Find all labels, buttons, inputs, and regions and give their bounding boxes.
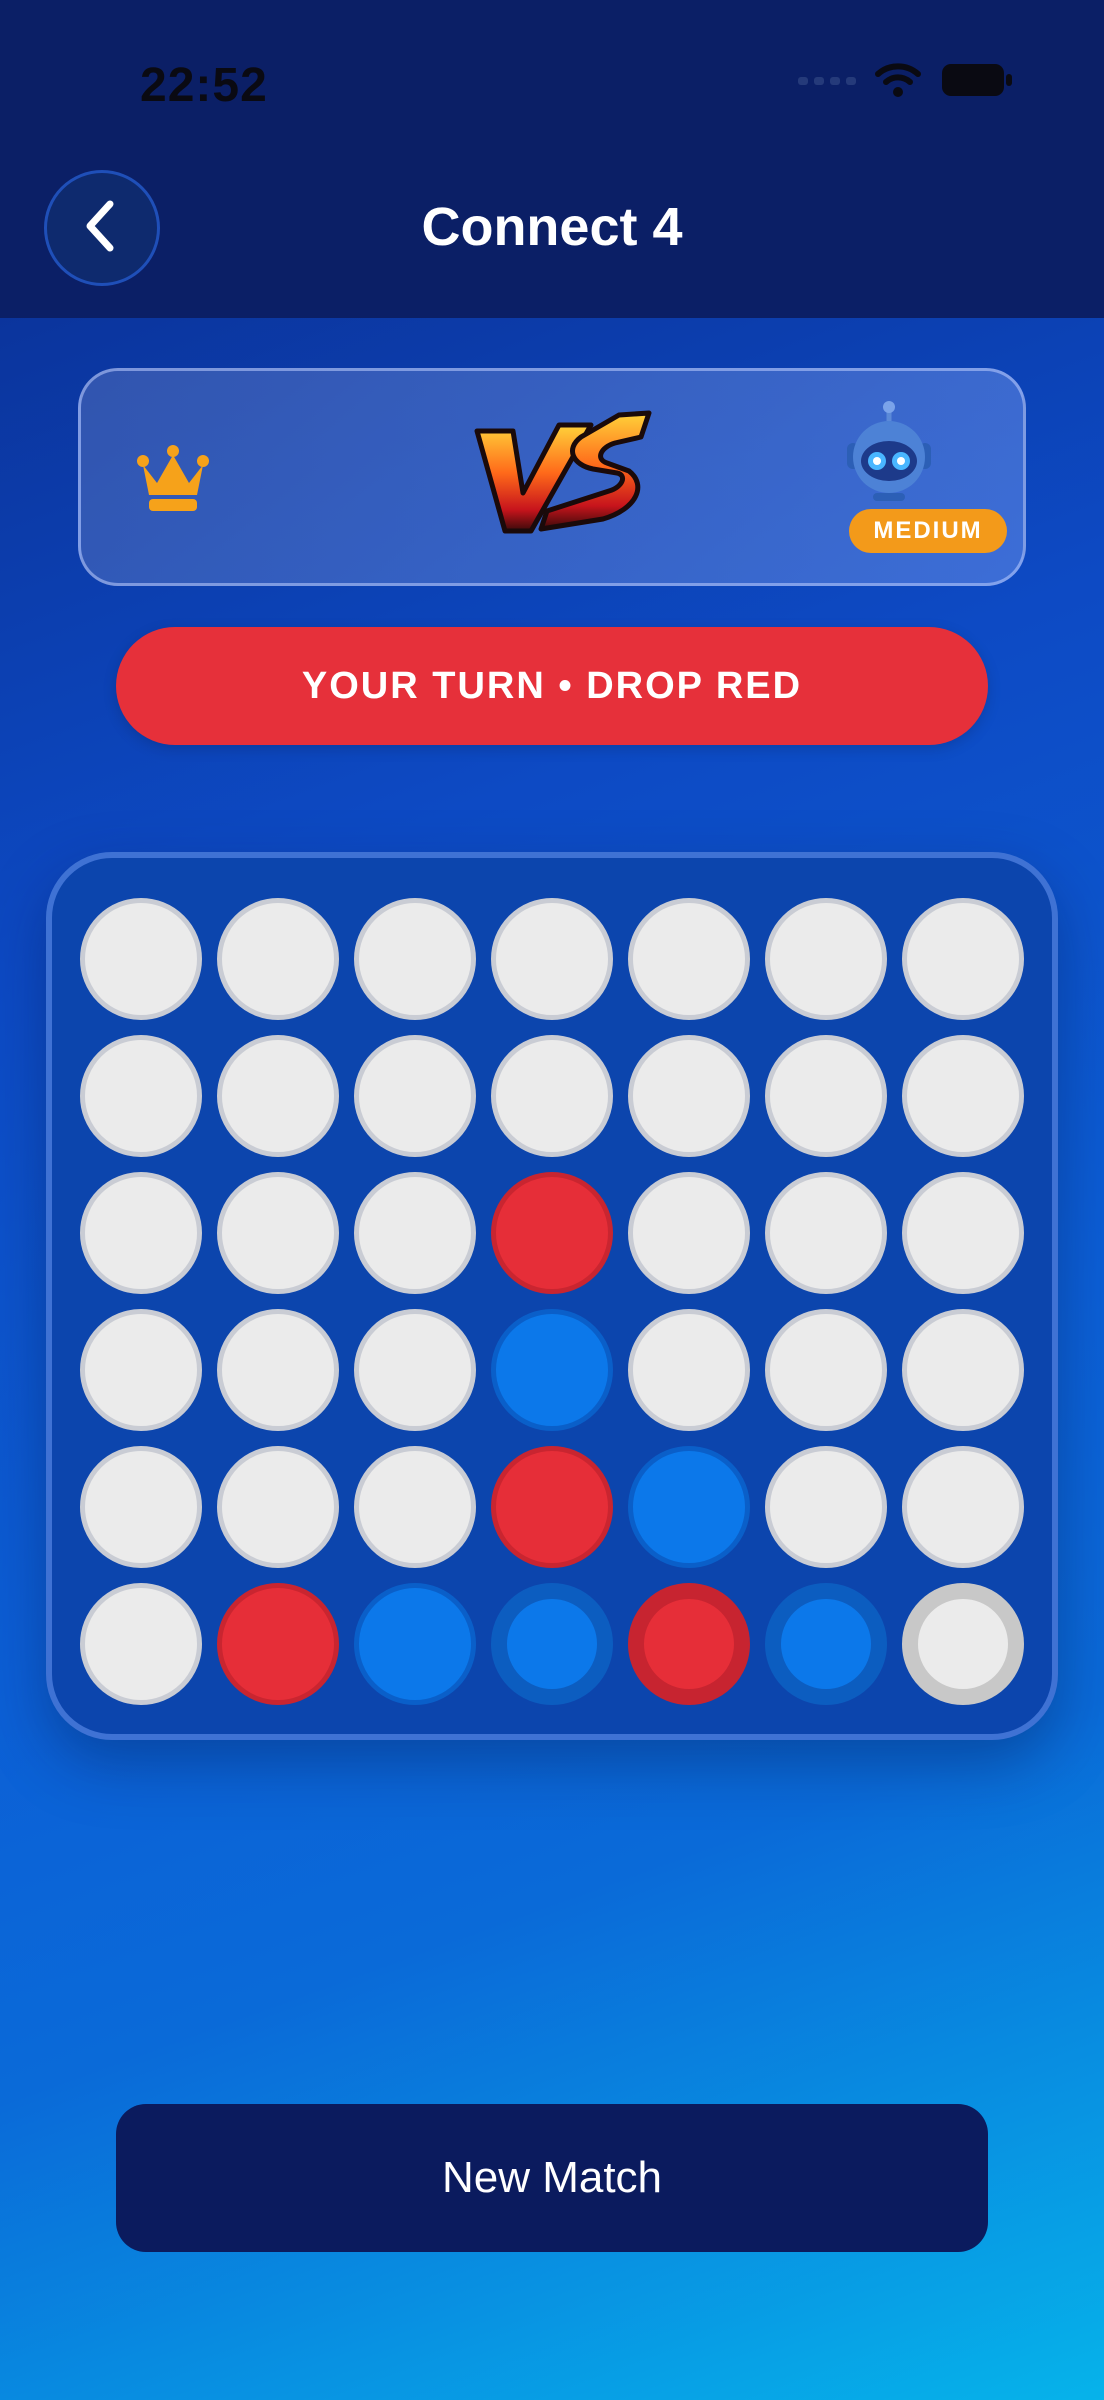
wifi-icon (874, 62, 922, 103)
crown-icon (137, 443, 209, 518)
board-cell-r3-c6[interactable] (765, 1172, 887, 1294)
vs-logo (469, 401, 655, 554)
board-cell-r6-c6[interactable] (765, 1583, 887, 1705)
board-cell-r4-c5[interactable] (628, 1309, 750, 1431)
status-time: 22:52 (140, 59, 268, 112)
board-cell-r5-c3[interactable] (354, 1446, 476, 1568)
board-cell-r2-c4[interactable] (491, 1035, 613, 1157)
board-cell-r1-c1[interactable] (80, 898, 202, 1020)
board-cell-r6-c7[interactable] (902, 1583, 1024, 1705)
board-cell-r3-c4[interactable] (491, 1172, 613, 1294)
board-cell-r3-c5[interactable] (628, 1172, 750, 1294)
board-cell-r6-c3[interactable] (354, 1583, 476, 1705)
board-cell-r1-c5[interactable] (628, 898, 750, 1020)
board-cell-r4-c1[interactable] (80, 1309, 202, 1431)
board-cell-r2-c3[interactable] (354, 1035, 476, 1157)
page-title: Connect 4 (421, 197, 683, 257)
status-icons (798, 62, 1014, 103)
board-cell-r5-c5[interactable] (628, 1446, 750, 1568)
board-cell-r2-c1[interactable] (80, 1035, 202, 1157)
board-cell-r3-c1[interactable] (80, 1172, 202, 1294)
board-cell-r5-c1[interactable] (80, 1446, 202, 1568)
board-cell-r3-c3[interactable] (354, 1172, 476, 1294)
board-cell-r3-c2[interactable] (217, 1172, 339, 1294)
board-cell-r2-c7[interactable] (902, 1035, 1024, 1157)
board-cell-r6-c1[interactable] (80, 1583, 202, 1705)
board-cell-r5-c6[interactable] (765, 1446, 887, 1568)
board-cell-r2-c6[interactable] (765, 1035, 887, 1157)
board-cell-r3-c7[interactable] (902, 1172, 1024, 1294)
battery-icon (940, 62, 1014, 103)
board-cell-r1-c6[interactable] (765, 898, 887, 1020)
robot-icon (839, 401, 939, 506)
board-cell-r1-c7[interactable] (902, 898, 1024, 1020)
top-bar: 22:52 Connect 4 (0, 0, 1104, 318)
new-match-button[interactable]: New Match (116, 2104, 988, 2252)
board-cell-r6-c4[interactable] (491, 1583, 613, 1705)
signal-icon (798, 73, 856, 92)
turn-status-banner: YOUR TURN • DROP RED (116, 627, 988, 745)
board-cell-r4-c2[interactable] (217, 1309, 339, 1431)
board-cell-r6-c2[interactable] (217, 1583, 339, 1705)
game-board[interactable] (46, 852, 1058, 1740)
board-cell-r4-c7[interactable] (902, 1309, 1024, 1431)
board-cell-r1-c2[interactable] (217, 898, 339, 1020)
board-cell-r2-c5[interactable] (628, 1035, 750, 1157)
difficulty-badge: MEDIUM (849, 509, 1007, 553)
board-cell-r5-c2[interactable] (217, 1446, 339, 1568)
board-cell-r1-c4[interactable] (491, 898, 613, 1020)
board-cell-r6-c5[interactable] (628, 1583, 750, 1705)
board-cell-r4-c4[interactable] (491, 1309, 613, 1431)
board-cell-r1-c3[interactable] (354, 898, 476, 1020)
board-cell-r5-c4[interactable] (491, 1446, 613, 1568)
board-cell-r4-c3[interactable] (354, 1309, 476, 1431)
matchup-card: MEDIUM (78, 368, 1026, 586)
board-cell-r2-c2[interactable] (217, 1035, 339, 1157)
board-cell-r5-c7[interactable] (902, 1446, 1024, 1568)
board-cell-r4-c6[interactable] (765, 1309, 887, 1431)
